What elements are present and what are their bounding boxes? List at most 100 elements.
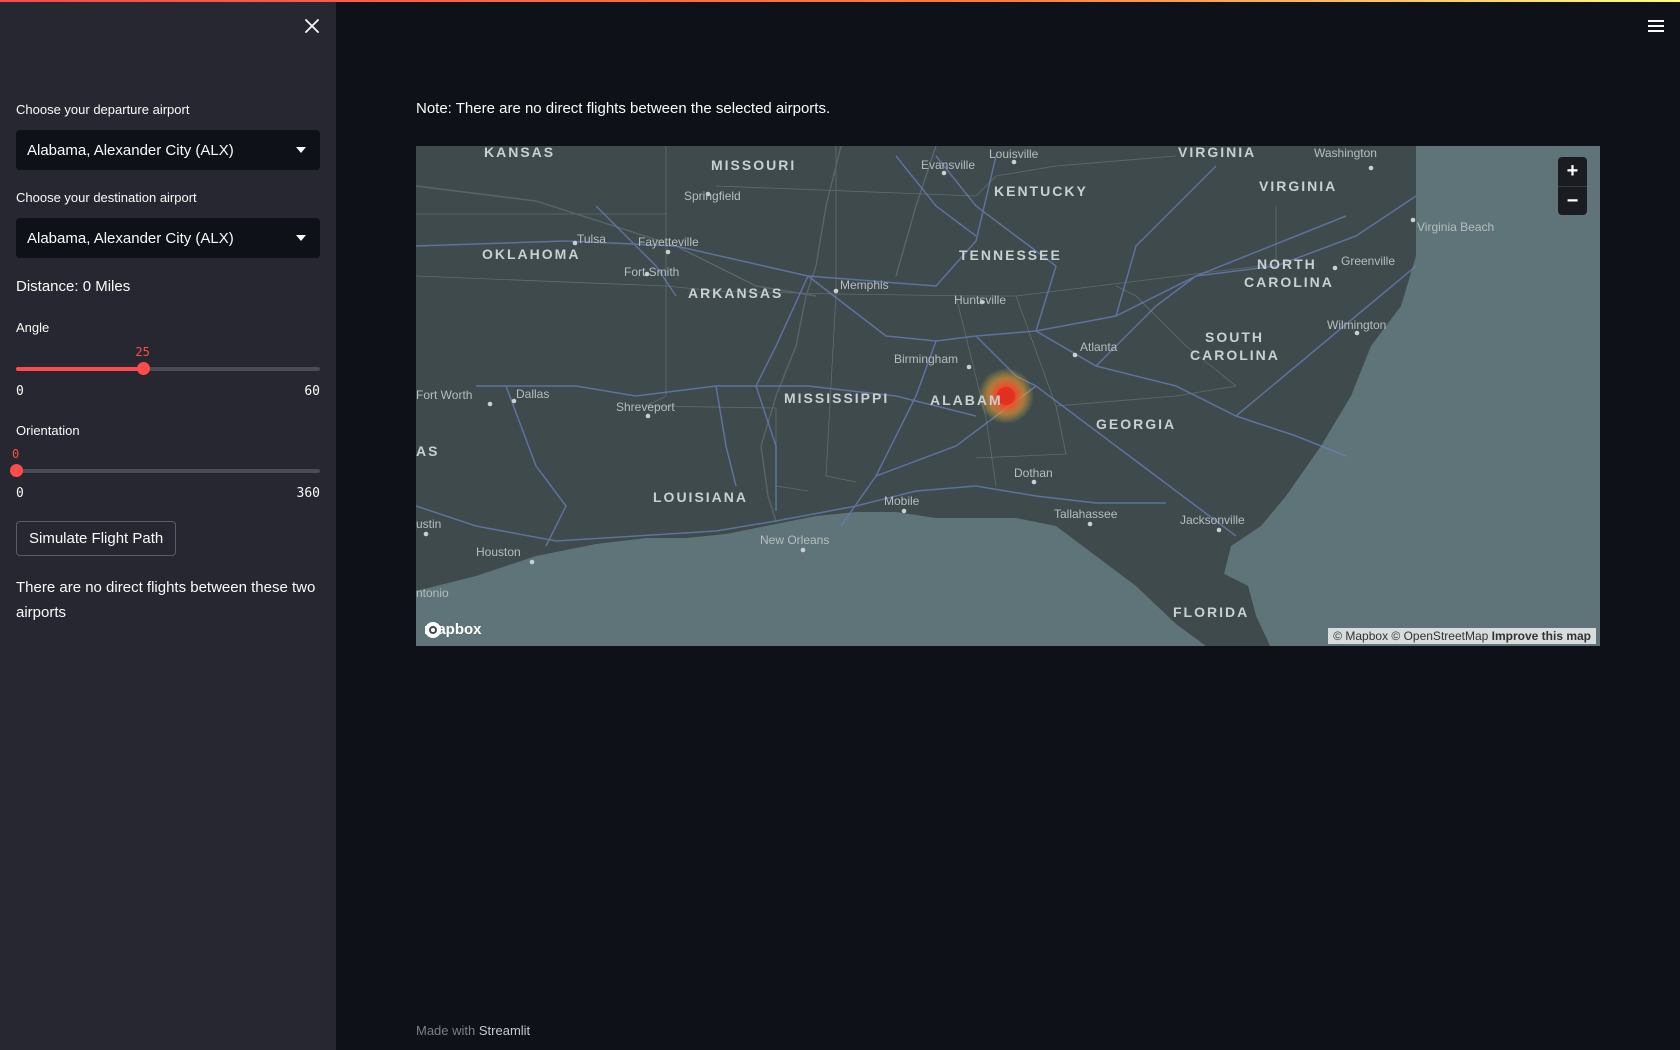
angle-max: 60 [304,384,320,399]
close-icon [305,19,319,33]
departure-label: Choose your departure airport [16,102,190,117]
city-label: Fayetteville [638,235,699,249]
state-label: ARKANSAS [688,285,783,301]
map-attribution: © Mapbox © OpenStreetMap Improve this ma… [1328,628,1596,644]
angle-slider-fill [16,367,143,371]
chevron-down-icon [296,147,306,153]
svg-text:AS: AS [416,443,439,459]
state-label: CAROLINA [1190,347,1280,363]
svg-text:SOUTH: SOUTH [1205,329,1264,345]
orientation-label: Orientation [16,423,80,438]
city-label: Tallahassee [1054,507,1118,521]
zoom-out-button[interactable]: − [1558,186,1587,215]
angle-label: Angle [16,320,50,335]
city-label: ustin [416,517,441,531]
svg-text:KANSAS: KANSAS [484,146,555,160]
svg-text:Washington: Washington [1314,146,1377,160]
svg-text:ALABAM: ALABAM [930,392,1003,408]
map-canvas: KANSAS MISSOURI KENTUCKY VIRGINIA VIRGIN… [416,146,1600,646]
state-label: OKLAHOMA [482,246,580,262]
improve-map-link[interactable]: Improve this map [1492,629,1591,643]
city-label: Houston [476,545,521,559]
mapbox-logo[interactable]: mapbox [424,621,482,638]
state-label: ALABAM [930,392,1003,408]
footer: Made with Streamlit [416,1023,530,1038]
state-label: LOUISIANA [653,489,748,505]
svg-text:KENTUCKY: KENTUCKY [994,183,1088,199]
orientation-min: 0 [16,486,24,501]
no-direct-flights-message: There are no direct flights between thes… [16,579,316,621]
svg-text:VIRGINIA: VIRGINIA [1178,146,1256,160]
city-label: Fort Worth [416,388,472,402]
hamburger-icon [1648,20,1664,22]
svg-text:Fort Worth: Fort Worth [416,388,472,402]
svg-text:Louisville: Louisville [989,147,1039,161]
svg-text:NORTH: NORTH [1257,256,1317,272]
city-label: Washington [1314,146,1377,160]
svg-text:Memphis: Memphis [840,278,889,292]
city-label: Springfield [684,189,741,203]
city-label: Atlanta [1080,340,1118,354]
angle-value: 25 [135,345,150,359]
destination-select[interactable]: Alabama, Alexander City (ALX) [16,218,320,258]
svg-text:VIRGINIA: VIRGINIA [1259,178,1337,194]
svg-text:Wilmington: Wilmington [1327,318,1386,332]
main-menu-button[interactable] [1644,14,1668,38]
angle-slider-thumb[interactable] [136,362,150,375]
destination-value: Alabama, Alexander City (ALX) [27,229,234,247]
svg-text:Fort Smith: Fort Smith [624,265,679,279]
city-label: Fort Smith [624,265,679,279]
map[interactable]: KANSAS MISSOURI KENTUCKY VIRGINIA VIRGIN… [416,146,1600,646]
city-label: Shreveport [616,400,675,414]
chevron-down-icon [296,235,306,241]
angle-slider[interactable] [16,362,320,375]
simulate-flight-path-button[interactable]: Simulate Flight Path [16,521,177,556]
svg-text:Jacksonville: Jacksonville [1180,513,1245,527]
svg-text:CAROLINA: CAROLINA [1244,274,1334,290]
departure-value: Alabama, Alexander City (ALX) [27,141,234,159]
city-label: Dothan [1014,466,1053,480]
svg-text:ustin: ustin [416,517,441,531]
svg-text:Tulsa: Tulsa [577,232,606,246]
svg-text:LOUISIANA: LOUISIANA [653,489,748,505]
city-label: New Orleans [760,533,829,547]
svg-text:Mobile: Mobile [884,494,920,508]
svg-text:Huntsville: Huntsville [954,293,1006,307]
city-label: Louisville [989,147,1039,161]
state-label: CAROLINA [1244,274,1334,290]
svg-text:ntonio: ntonio [416,586,449,600]
orientation-slider[interactable] [10,464,320,477]
svg-text:TENNESSEE: TENNESSEE [959,247,1062,263]
zoom-control: + − [1558,157,1587,215]
svg-text:Dallas: Dallas [516,387,549,401]
city-label: Huntsville [954,293,1006,307]
svg-text:Virginia Beach: Virginia Beach [1417,220,1494,234]
svg-text:Atlanta: Atlanta [1080,340,1118,354]
svg-text:ARKANSAS: ARKANSAS [688,285,783,301]
orientation-max: 360 [296,486,320,501]
state-label: KENTUCKY [994,183,1088,199]
streamlit-link[interactable]: Streamlit [479,1023,530,1038]
svg-text:Birmingham: Birmingham [894,352,958,366]
attribution-text[interactable]: © Mapbox © OpenStreetMap [1333,629,1488,643]
svg-text:MISSOURI: MISSOURI [711,157,796,173]
orientation-slider-thumb[interactable] [10,464,23,477]
svg-text:Tallahassee: Tallahassee [1054,507,1118,521]
svg-text:Dothan: Dothan [1014,466,1053,480]
state-label: TENNESSEE [959,247,1062,263]
departure-select[interactable]: Alabama, Alexander City (ALX) [16,130,320,170]
city-label: Birmingham [894,352,958,366]
zoom-in-button[interactable]: + [1558,157,1587,186]
city-label: Memphis [840,278,889,292]
close-sidebar-button[interactable] [300,14,324,38]
angle-min: 0 [16,384,24,399]
note-text: Note: There are no direct flights betwee… [416,100,831,117]
state-label: AS [416,443,439,459]
state-label: VIRGINIA [1178,146,1256,160]
svg-text:Shreveport: Shreveport [616,400,675,414]
state-label: VIRGINIA [1259,178,1337,194]
city-label: ntonio [416,586,449,600]
city-label: Dallas [516,387,549,401]
orientation-value: 0 [12,447,20,461]
svg-text:GEORGIA: GEORGIA [1096,416,1176,432]
